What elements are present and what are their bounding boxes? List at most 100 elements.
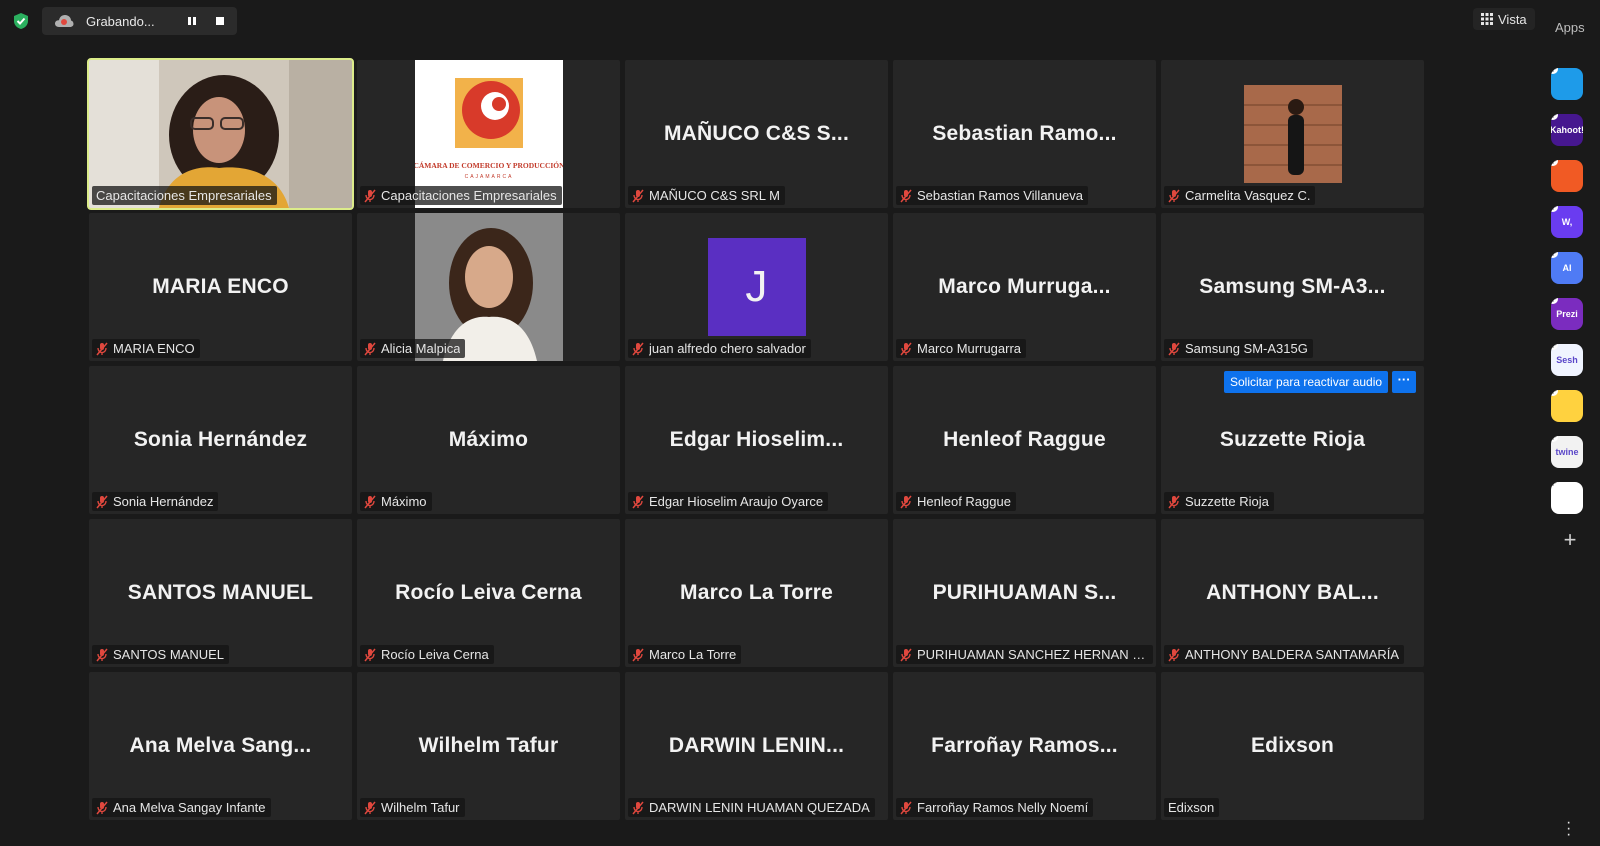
participant-tile[interactable]: Capacitaciones Empresariales (87, 58, 354, 210)
add-badge-icon: + (1551, 114, 1558, 120)
participant-name-tag: Farroñay Ramos Nelly Noemí (896, 798, 1094, 817)
muted-mic-icon (1168, 495, 1180, 508)
participant-name: Rocío Leiva Cerna (381, 647, 489, 662)
stop-recording-button[interactable] (208, 11, 232, 31)
app-grid-icon[interactable]: + (1551, 482, 1583, 514)
muted-mic-icon (364, 342, 376, 355)
participant-name: DARWIN LENIN HUAMAN QUEZADA (649, 800, 870, 815)
participant-tile[interactable]: Marco Murruga... Marco Murrugarra (893, 213, 1156, 361)
participant-name-tag: Sonia Hernández (92, 492, 219, 511)
participant-name-tag: MAÑUCO C&S SRL M (628, 186, 785, 205)
ai-app-icon[interactable]: + AI (1551, 252, 1583, 284)
muted-mic-icon (632, 495, 644, 508)
request-unmute-button[interactable]: Solicitar para reactivar audio (1224, 371, 1389, 393)
participant-name-tag: Carmelita Vasquez C. (1164, 186, 1316, 205)
participant-name: Capacitaciones Empresariales (381, 188, 557, 203)
participant-name-tag: Suzzette Rioja (1164, 492, 1274, 511)
more-vertical-icon[interactable]: · · · (1566, 815, 1571, 843)
sesh-icon[interactable]: + Sesh (1551, 344, 1583, 376)
participant-name-tag: Marco La Torre (628, 645, 742, 664)
add-badge-icon: + (1551, 298, 1558, 304)
participant-tile[interactable]: SANTOS MANUEL SANTOS MANUEL (89, 519, 352, 667)
add-app-icon[interactable]: + (1560, 529, 1580, 551)
muted-mic-icon (900, 495, 912, 508)
add-badge-icon: + (1551, 206, 1558, 212)
participant-tile[interactable]: Alicia Malpica (357, 213, 620, 361)
unmute-request-group: Solicitar para reactivar audio ··· (1224, 371, 1417, 393)
app-label: Prezi (1556, 309, 1578, 319)
muted-mic-icon (1168, 342, 1180, 355)
participant-tile[interactable]: PURIHUAMAN S... PURIHUAMAN SANCHEZ HERNAN… (893, 519, 1156, 667)
participant-name-tag: ANTHONY BALDERA SANTAMARÍA (1164, 645, 1405, 664)
participant-name-tag: juan alfredo chero salvador (628, 339, 811, 358)
participant-name: Wilhelm Tafur (381, 800, 460, 815)
muted-mic-icon (1168, 189, 1180, 202)
muted-mic-icon (96, 648, 108, 661)
muted-mic-icon (632, 342, 644, 355)
participant-name-tag: MARIA ENCO (92, 339, 200, 358)
emoji-app-icon[interactable]: + (1551, 390, 1583, 422)
participant-name-tag: Ana Melva Sangay Infante (92, 798, 271, 817)
participant-name: Capacitaciones Empresariales (96, 188, 272, 203)
participant-tile[interactable]: Wilhelm Tafur Wilhelm Tafur (357, 672, 620, 820)
cloud-record-icon (55, 15, 74, 27)
muted-mic-icon (96, 342, 108, 355)
pause-recording-button[interactable] (180, 11, 204, 31)
participant-name-tag: Capacitaciones Empresariales (92, 186, 277, 205)
twine-icon[interactable]: + twine (1551, 436, 1583, 468)
participant-tile[interactable]: Sebastian Ramo... Sebastian Ramos Villanu… (893, 60, 1156, 208)
participant-tile[interactable]: Marco La Torre Marco La Torre (625, 519, 888, 667)
participant-name-tag: PURIHUAMAN SANCHEZ HERNAN DAV... (896, 645, 1153, 664)
kahoot-icon[interactable]: + Kahoot! (1551, 114, 1583, 146)
participant-name: Suzzette Rioja (1185, 494, 1269, 509)
participant-tile[interactable]: Samsung SM-A3... Samsung SM-A315G (1161, 213, 1424, 361)
participant-tile[interactable]: Ana Melva Sang... Ana Melva Sangay Infant… (89, 672, 352, 820)
participant-tile[interactable]: Jjuan alfredo chero salvador (625, 213, 888, 361)
pause-icon (188, 17, 196, 25)
participant-tile[interactable]: Farroñay Ramos... Farroñay Ramos Nelly No… (893, 672, 1156, 820)
participant-tile[interactable]: Sonia Hernández Sonia Hernández (89, 366, 352, 514)
muted-mic-icon (632, 801, 644, 814)
participant-tile[interactable]: Carmelita Vasquez C. (1161, 60, 1424, 208)
top-bar: Grabando... Vista Apps (0, 0, 1600, 42)
participant-name: Marco La Torre (649, 647, 737, 662)
muted-mic-icon (900, 801, 912, 814)
participant-tile[interactable]: Edixson Edixson (1161, 672, 1424, 820)
participant-name-tag: Henleof Raggue (896, 492, 1016, 511)
app-blue-play-icon[interactable]: + (1551, 68, 1583, 100)
view-button[interactable]: Vista (1473, 8, 1535, 30)
participant-tile[interactable]: CÁMARA DE COMERCIO Y PRODUCCIÓN CAJAMARCA… (357, 60, 620, 208)
muted-mic-icon (364, 648, 376, 661)
muted-mic-icon (900, 648, 912, 661)
prezi-icon[interactable]: + Prezi (1551, 298, 1583, 330)
participant-tile[interactable]: Rocío Leiva Cerna Rocío Leiva Cerna (357, 519, 620, 667)
wooclap-icon[interactable]: + W, (1551, 206, 1583, 238)
profile-photo (1243, 85, 1342, 183)
participant-tile[interactable]: Edgar Hioselim... Edgar Hioselim Araujo O… (625, 366, 888, 514)
participant-name-tag: Marco Murrugarra (896, 339, 1027, 358)
participant-tile[interactable]: Máximo Máximo (357, 366, 620, 514)
add-badge-icon: + (1551, 68, 1558, 74)
app-label: Sesh (1556, 355, 1578, 365)
participant-name-tag: Sebastian Ramos Villanueva (896, 186, 1088, 205)
participant-tile[interactable]: ANTHONY BAL... ANTHONY BALDERA SANTAMARÍA (1161, 519, 1424, 667)
participant-tile[interactable]: MARIA ENCO MARIA ENCO (89, 213, 352, 361)
participant-name-tag: Capacitaciones Empresariales (360, 186, 562, 205)
muted-mic-icon (900, 342, 912, 355)
participant-name-tag: DARWIN LENIN HUAMAN QUEZADA (628, 798, 875, 817)
muted-mic-icon (96, 801, 108, 814)
recording-indicator: Grabando... (42, 7, 237, 35)
security-shield-icon[interactable] (12, 12, 30, 30)
participant-name: MARIA ENCO (113, 341, 195, 356)
participant-name: Carmelita Vasquez C. (1185, 188, 1311, 203)
app-orange-icon[interactable]: + (1551, 160, 1583, 192)
muted-mic-icon (364, 801, 376, 814)
participant-name: PURIHUAMAN SANCHEZ HERNAN DAV... (917, 647, 1148, 662)
participant-tile[interactable]: DARWIN LENIN... DARWIN LENIN HUAMAN QUEZA… (625, 672, 888, 820)
app-label: W, (1561, 217, 1573, 227)
participant-name-tag: Wilhelm Tafur (360, 798, 465, 817)
participant-tile[interactable]: Henleof Raggue Henleof Raggue (893, 366, 1156, 514)
participant-tile[interactable]: MAÑUCO C&S S... MAÑUCO C&S SRL M (625, 60, 888, 208)
more-options-button[interactable]: ··· (1392, 371, 1417, 393)
participant-name: Marco Murrugarra (917, 341, 1022, 356)
